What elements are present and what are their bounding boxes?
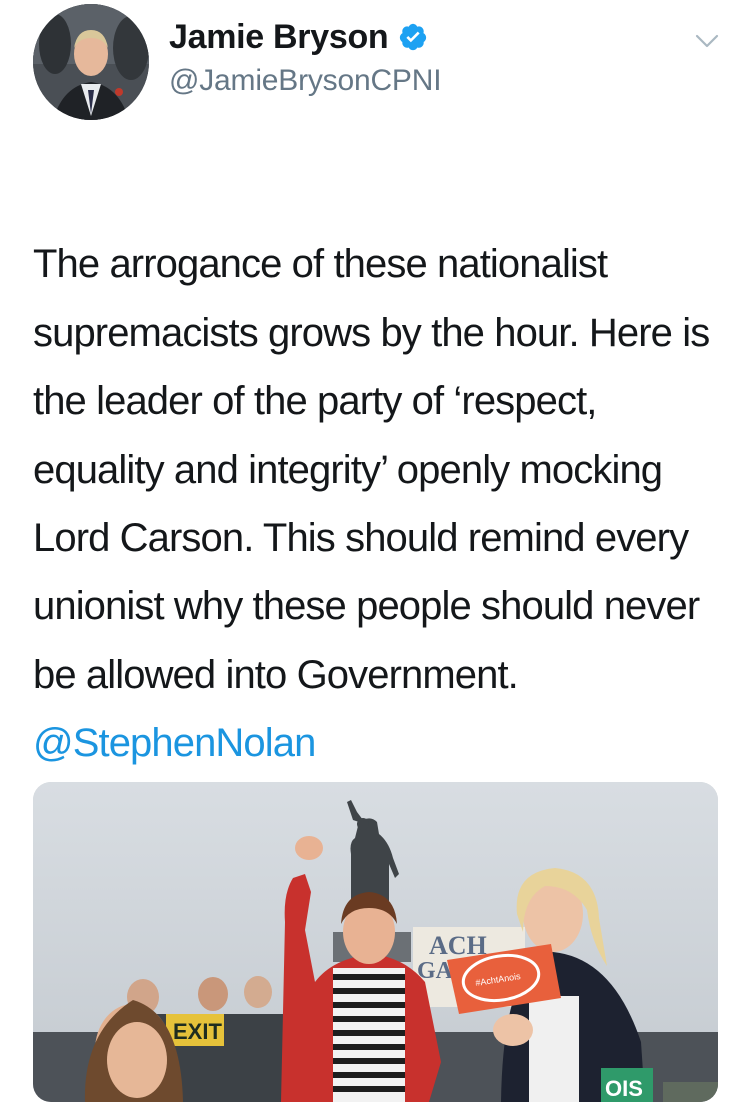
tweet: Jamie Bryson @JamieBrysonCPNI The arroga…: [0, 0, 749, 1102]
tweet-media[interactable]: EXIT ACH GAE #AchtAnois OIS: [33, 782, 718, 1102]
user-info: Jamie Bryson @JamieBrysonCPNI: [169, 14, 442, 98]
display-name[interactable]: Jamie Bryson: [169, 18, 389, 57]
media-sign-exit: EXIT: [173, 1019, 222, 1044]
avatar-photo: [33, 4, 149, 120]
chevron-down-icon[interactable]: [690, 26, 724, 56]
media-photo: EXIT ACH GAE #AchtAnois OIS: [33, 782, 718, 1102]
mention-link[interactable]: @StephenNolan: [33, 709, 733, 777]
tweet-body: The arrogance of these nationalist supre…: [33, 242, 710, 697]
name-row: Jamie Bryson: [169, 14, 441, 60]
verified-badge-icon: [398, 22, 428, 52]
tweet-text: The arrogance of these nationalist supre…: [33, 162, 733, 846]
handle[interactable]: @JamieBrysonCPNI: [169, 64, 442, 98]
media-sign-ois: OIS: [605, 1076, 643, 1101]
avatar[interactable]: [33, 4, 149, 120]
